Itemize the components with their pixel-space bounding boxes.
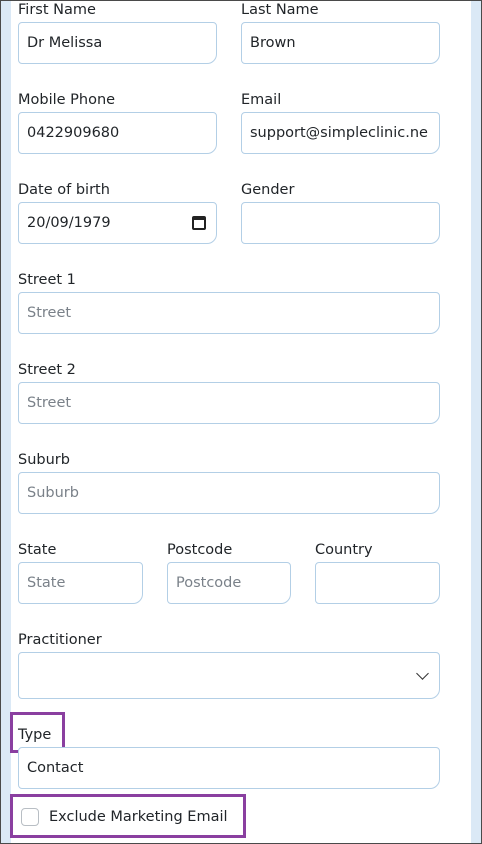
practitioner-select[interactable] (18, 652, 440, 699)
suburb-label: Suburb (18, 452, 70, 468)
type-label: Type (18, 727, 52, 743)
date-of-birth-input[interactable]: 20/09/1979 (18, 202, 217, 244)
chevron-down-icon (416, 667, 429, 680)
last-name-input[interactable]: Brown (241, 22, 440, 64)
street1-label: Street 1 (18, 272, 76, 288)
first-name-label: First Name (18, 2, 96, 18)
gender-label: Gender (241, 182, 295, 198)
exclude-marketing-checkbox[interactable] (21, 808, 39, 826)
state-input[interactable]: State (18, 562, 143, 604)
suburb-input[interactable]: Suburb (18, 472, 440, 514)
country-input[interactable] (315, 562, 440, 604)
gender-input[interactable] (241, 202, 440, 244)
country-label: Country (315, 542, 373, 558)
exclude-marketing-label: Exclude Marketing Email (49, 809, 228, 825)
date-of-birth-value: 20/09/1979 (27, 215, 111, 231)
state-label: State (18, 542, 57, 558)
postcode-label: Postcode (167, 542, 233, 558)
street2-input[interactable]: Street (18, 382, 440, 424)
practitioner-label: Practitioner (18, 632, 102, 648)
last-name-label: Last Name (241, 2, 319, 18)
mobile-phone-input[interactable]: 0422909680 (18, 112, 217, 154)
mobile-phone-label: Mobile Phone (18, 92, 116, 108)
email-input[interactable]: support@simpleclinic.ne (241, 112, 440, 154)
postcode-input[interactable]: Postcode (167, 562, 291, 604)
type-input[interactable]: Contact (18, 747, 440, 789)
right-scroll-rail (471, 1, 481, 843)
date-of-birth-label: Date of birth (18, 182, 110, 198)
email-label: Email (241, 92, 282, 108)
street2-label: Street 2 (18, 362, 76, 378)
street1-input[interactable]: Street (18, 292, 440, 334)
first-name-input[interactable]: Dr Melissa (18, 22, 217, 64)
calendar-icon[interactable] (192, 216, 206, 230)
